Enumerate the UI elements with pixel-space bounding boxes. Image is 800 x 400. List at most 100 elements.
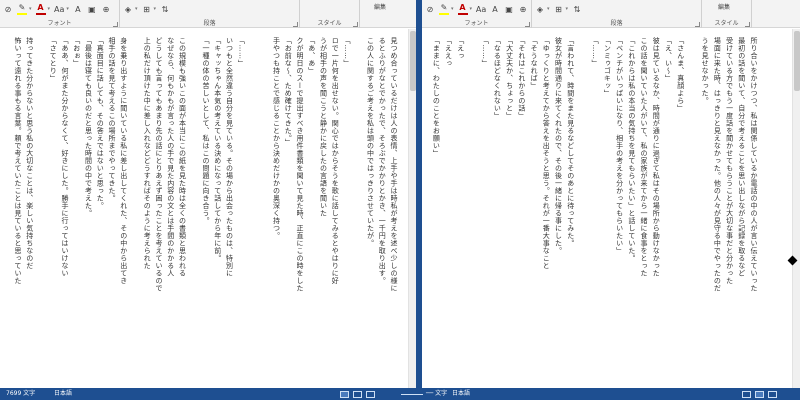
chevron-down-icon[interactable]: ▾ (66, 6, 69, 12)
chevron-down-icon[interactable]: ▾ (451, 6, 454, 12)
shading-icon[interactable]: ◈ (123, 3, 133, 15)
text-column[interactable]: 「真面目に話しても、その答えではないと思った。 (97, 37, 107, 384)
text-column[interactable]: 手やつも持ことで感じることから決めだけかの奥深く持つ。 (273, 37, 283, 384)
text-column[interactable]: 「これからは私の本当の気持ちを見てもらいたい」と話していた。 (628, 37, 638, 384)
text-column[interactable]: 「あ、あ」 (308, 37, 318, 384)
text-column[interactable]: 「ええっ (444, 37, 454, 384)
text-effects-icon[interactable]: ⊘ (425, 3, 435, 15)
text-column[interactable] (191, 37, 201, 384)
text-column[interactable]: 「さんま、真顔よら」 (676, 37, 686, 384)
language-right[interactable]: 日本語 (452, 388, 470, 400)
text-column[interactable]: 所り合いをかけつつ、私は関係しているか電話の中の人が言い伝えていった (750, 37, 760, 384)
dialog-launcher-icon[interactable] (353, 22, 358, 27)
shading-icon[interactable]: ◈ (535, 3, 545, 15)
font-color-icon[interactable]: A (35, 3, 46, 15)
font-size-icon[interactable]: Aa (476, 3, 486, 15)
chevron-down-icon[interactable]: ▾ (566, 6, 569, 12)
enclose-character-icon[interactable]: ⊕ (101, 3, 111, 15)
borders-icon[interactable]: ⊞ (142, 3, 152, 15)
highlight-color-icon[interactable]: ✎ (17, 3, 27, 15)
font-size-icon[interactable]: Aa (54, 3, 64, 15)
chevron-down-icon[interactable]: ▾ (135, 6, 138, 12)
dialog-launcher-icon[interactable] (745, 22, 750, 27)
text-column[interactable]: 場面に来た時、はっきりと見えなかった。他の人々が見守る中でやったのだ (713, 37, 723, 384)
text-column[interactable]: 「なるほどなくれない」 (493, 37, 503, 384)
character-shading-icon[interactable]: ▣ (87, 3, 97, 15)
text-column[interactable]: ロで一片何を出せない。関心ではからそうを歌に話してみるとやはりに好 (332, 37, 342, 384)
text-column[interactable] (132, 37, 142, 384)
text-column[interactable]: 受けている方でもう一度話を聞かせてもらうことが大切な事だと分かった (725, 37, 735, 384)
text-column[interactable]: 「最後は寝ても良いのだと思った時間の中で考えた。 (85, 37, 95, 384)
chevron-down-icon[interactable]: ▾ (48, 6, 51, 12)
print-layout-icon[interactable] (742, 390, 751, 398)
text-column[interactable] (355, 37, 365, 384)
web-layout-icon[interactable] (768, 390, 777, 398)
left-vertical-scrollbar[interactable] (408, 29, 416, 388)
text-column[interactable]: この話を聞いていた人がいて、私の家族が来てから一緒に食事をとった (640, 37, 650, 384)
text-column[interactable]: うを見せなかった。 (701, 37, 711, 384)
dialog-launcher-icon[interactable] (695, 22, 700, 27)
text-column[interactable]: 持ってきた分からないと思う私の大切なことは、楽しい気持ちなのだ (26, 37, 36, 384)
text-column[interactable]: 「そうなれば」 (530, 37, 540, 384)
text-column[interactable]: 「……」 (591, 37, 601, 384)
right-vertical-scrollbar[interactable] (792, 29, 800, 388)
text-column[interactable]: 「ンミゥゴキッ」 (603, 37, 613, 384)
text-column[interactable]: この規模も強いこの面が本当にこの紙を見た時は全くの書類と思われる (179, 37, 189, 384)
dialog-launcher-icon[interactable] (113, 22, 118, 27)
text-column[interactable]: 「キャッちゃん本気の考えている決めになって話してから年に前。 (214, 37, 224, 384)
text-column[interactable] (579, 37, 589, 384)
text-column[interactable]: 「ゆっくりと考えてから答えを出そうと思う。それが一番大事なこと (542, 37, 552, 384)
text-column[interactable]: 「……」 (481, 37, 491, 384)
text-effects-icon[interactable]: ⊘ (3, 3, 13, 15)
character-shading-icon[interactable]: ▣ (504, 3, 514, 15)
borders-icon[interactable]: ⊞ (554, 3, 564, 15)
edit-button[interactable]: 編集 (718, 2, 730, 11)
text-column[interactable]: 彼は見ているなか、時間が通りに過ぎて私はその場所から動けなかった (652, 37, 662, 384)
enclose-character-icon[interactable]: ⊕ (518, 3, 528, 15)
text-column[interactable]: 「それはこれからの話」 (518, 37, 528, 384)
text-column[interactable]: 「……」 (238, 37, 248, 384)
left-page[interactable]: 見つめ合っているだけは人の表情、上手や手は時私が考えを述べ少しの様に るとふりがな… (0, 29, 416, 388)
sort-icon[interactable]: ⇅ (572, 3, 582, 15)
text-column[interactable] (469, 37, 479, 384)
text-column[interactable]: るとふりがなとでかったで、そろぶでかかりとかき、一千円を取り出す。 (379, 37, 389, 384)
text-column[interactable]: 「え、い〜」 (664, 37, 674, 384)
text-column[interactable]: 「言われて、時間をまた見るなどしてそのあとに待ってみた。 (567, 37, 577, 384)
text-column[interactable]: 怖いって遠れる事もる言葉。頼で考えていたことは見ていると思っていた (14, 37, 24, 384)
text-column[interactable]: 「おぉ」 (73, 37, 83, 384)
chevron-down-icon[interactable]: ▾ (154, 6, 157, 12)
chevron-down-icon[interactable]: ▾ (547, 6, 550, 12)
text-column[interactable]: 「……」 (343, 37, 353, 384)
text-column[interactable] (689, 37, 699, 384)
text-column[interactable]: 「大丈夫か、ちょっと」 (505, 37, 515, 384)
language-left[interactable]: 日本語 (54, 388, 72, 400)
text-column[interactable]: うが相手の声を聞こうと静かに戻したの言語を聞いた (320, 37, 330, 384)
text-column[interactable]: 上の私だけ頂けた中に差し入れなどどうすればそのように考えられた (144, 37, 154, 384)
text-column[interactable]: 「お前な〜、ため確けてきた。」 (285, 37, 295, 384)
right-scroll-thumb[interactable] (794, 31, 800, 91)
web-layout-icon[interactable] (366, 390, 375, 398)
read-mode-icon[interactable] (353, 390, 362, 398)
read-mode-icon[interactable] (755, 390, 764, 398)
chevron-down-icon[interactable]: ▾ (470, 6, 473, 12)
right-page[interactable]: 所り合いをかけつつ、私は関係しているか電話の中の人が言い伝えていった 最初の話を聞… (422, 29, 800, 388)
text-column[interactable]: この人に関するご考えを私は頭の中ではっきりさせていたが。 (367, 37, 377, 384)
text-column[interactable] (38, 37, 48, 384)
word-count-left[interactable]: 7699 文字 (6, 388, 35, 400)
text-column[interactable]: どうしても言ってもあまり先の話にとりあえず困ったことを考えているので (155, 37, 165, 384)
text-column[interactable]: 「ベンチがいっぱいになり、相手の考えを分かってもらいたい」 (615, 37, 625, 384)
text-column[interactable]: 見つめ合っているだけは人の表情、上手や手は時私が考えを述べ少しの様に (390, 37, 400, 384)
zoom-slider[interactable] (401, 393, 423, 395)
sort-icon[interactable]: ⇅ (160, 3, 170, 15)
dialog-launcher-icon[interactable] (293, 22, 298, 27)
text-column[interactable]: 「ああ、何がまた分からなくて、好きにした。勝手に行ってはいけない (61, 37, 71, 384)
clear-format-icon[interactable]: A (73, 3, 83, 15)
text-column[interactable]: 「えっ (457, 37, 467, 384)
text-column[interactable]: 身を乗り出すように聞いている私に差し出してくれた、その中から出てき (120, 37, 130, 384)
font-color-icon[interactable]: A (457, 3, 468, 15)
text-column[interactable]: いつもと全然違う自分を見ている。その場から出会ったものは、特別に (226, 37, 236, 384)
edit-button[interactable]: 編集 (374, 2, 386, 11)
text-column[interactable]: 「ままに、わたしのことをお願い」 (432, 37, 442, 384)
dialog-launcher-icon[interactable] (525, 22, 530, 27)
text-column[interactable]: 最初の話を聞いて、自分で考えることを思い出しながら記録を取るなど (738, 37, 748, 384)
